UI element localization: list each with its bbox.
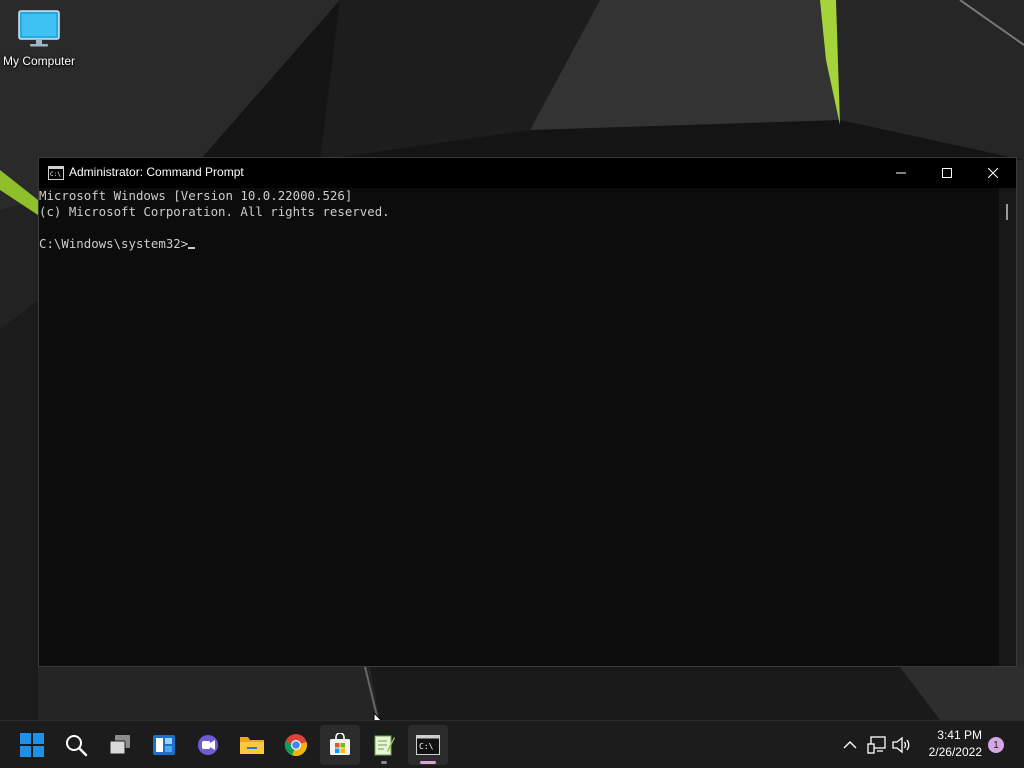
chat-icon bbox=[198, 735, 218, 755]
notepad-icon bbox=[374, 735, 395, 756]
minimize-button[interactable] bbox=[878, 158, 924, 188]
tray-network-button[interactable] bbox=[867, 735, 887, 755]
console-line: (c) Microsoft Corporation. All rights re… bbox=[39, 204, 390, 219]
command-prompt-window[interactable]: C:\ Administrator: Command Prompt Micros… bbox=[38, 157, 1017, 667]
window-titlebar[interactable]: C:\ Administrator: Command Prompt bbox=[39, 158, 1016, 188]
console-output[interactable]: Microsoft Windows [Version 10.0.22000.52… bbox=[39, 188, 1001, 666]
taskbar-command-prompt-button[interactable]: C:\ bbox=[408, 725, 448, 765]
taskbar-clock[interactable]: 3:41 PM 2/26/2022 bbox=[929, 727, 982, 761]
running-indicator bbox=[381, 761, 387, 764]
close-icon bbox=[988, 168, 998, 178]
tray-volume-button[interactable] bbox=[891, 735, 911, 755]
taskbar-file-explorer-button[interactable] bbox=[232, 725, 272, 765]
taskbar-chat-button[interactable] bbox=[188, 725, 228, 765]
volume-icon bbox=[892, 736, 910, 754]
notification-badge[interactable]: 1 bbox=[988, 737, 1004, 753]
console-prompt: C:\Windows\system32> bbox=[39, 236, 189, 251]
windows-start-icon bbox=[20, 733, 44, 757]
clock-time: 3:41 PM bbox=[937, 728, 982, 742]
taskbar-chrome-button[interactable] bbox=[276, 725, 316, 765]
console-prompt-line[interactable]: C:\Windows\system32> bbox=[39, 236, 1001, 252]
taskbar-search-button[interactable] bbox=[56, 725, 96, 765]
folder-icon bbox=[240, 737, 264, 754]
tray-overflow-button[interactable] bbox=[840, 735, 860, 755]
chrome-icon bbox=[284, 734, 307, 757]
vertical-scrollbar[interactable] bbox=[999, 188, 1016, 666]
taskbar: C:\ 3:41 PM 2/26/2022 1 bbox=[0, 720, 1024, 768]
taskbar-notepad-button[interactable] bbox=[364, 725, 404, 765]
cmd-icon: C:\ bbox=[416, 735, 440, 755]
maximize-button[interactable] bbox=[924, 158, 970, 188]
desktop-icon-my-computer[interactable]: My Computer bbox=[0, 8, 78, 68]
widgets-icon bbox=[153, 735, 175, 755]
network-icon bbox=[867, 736, 886, 754]
active-indicator bbox=[420, 761, 436, 764]
svg-text:C:\: C:\ bbox=[50, 171, 61, 178]
console-line: Microsoft Windows [Version 10.0.22000.52… bbox=[39, 188, 353, 203]
store-icon bbox=[330, 733, 350, 755]
chevron-up-icon bbox=[843, 741, 857, 749]
cmd-icon: C:\ bbox=[48, 166, 64, 180]
taskbar-task-view-button[interactable] bbox=[100, 725, 140, 765]
monitor-icon bbox=[18, 10, 60, 47]
minimize-icon bbox=[896, 172, 906, 174]
maximize-icon bbox=[942, 168, 952, 178]
taskbar-start-button[interactable] bbox=[12, 725, 52, 765]
text-cursor bbox=[188, 247, 196, 249]
scrollbar-thumb[interactable] bbox=[1006, 204, 1008, 220]
taskbar-widgets-button[interactable] bbox=[144, 725, 184, 765]
svg-text:C:\: C:\ bbox=[419, 742, 434, 751]
desktop-icon-label: My Computer bbox=[2, 54, 76, 68]
clock-date: 2/26/2022 bbox=[928, 745, 982, 759]
search-icon bbox=[66, 735, 88, 757]
taskbar-store-button[interactable] bbox=[320, 725, 360, 765]
task-view-icon bbox=[109, 735, 130, 755]
window-title: Administrator: Command Prompt bbox=[69, 165, 244, 179]
close-button[interactable] bbox=[970, 158, 1016, 188]
